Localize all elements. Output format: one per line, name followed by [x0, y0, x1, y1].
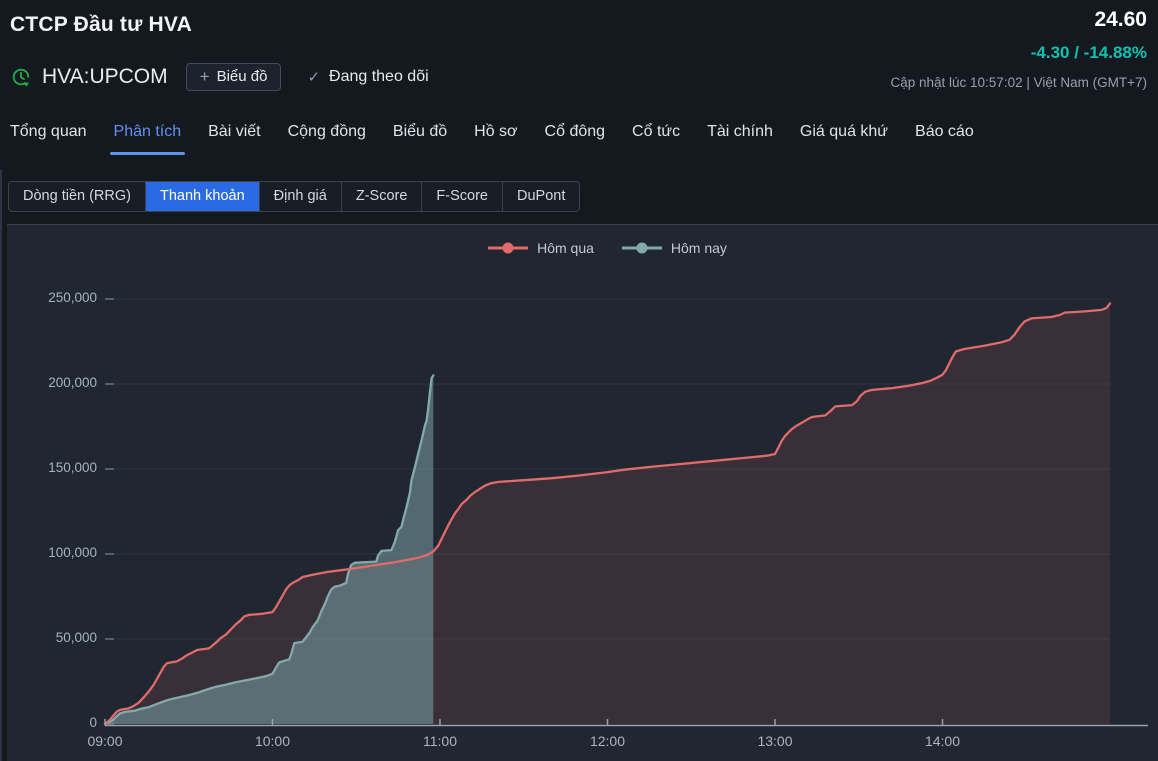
watching-toggle[interactable]: ✓ Đang theo dõi — [307, 68, 428, 86]
x-axis-label: 11:00 — [405, 733, 475, 749]
y-axis-label: 150,000 — [0, 460, 97, 475]
nav-item-bai-viet[interactable]: Bài viết — [208, 123, 260, 155]
price-change: -4.30 / -14.88% — [890, 43, 1147, 63]
nav-item-cong-dong[interactable]: Cộng đồng — [288, 123, 366, 155]
analysis-subtabs: Dòng tiền (RRG) Thanh khoản Định giá Z-S… — [8, 181, 580, 212]
legend-label: Hôm qua — [537, 240, 594, 256]
legend-item-hom-nay[interactable]: Hôm nay — [622, 240, 727, 256]
y-axis-label: 0 — [0, 715, 97, 730]
x-axis-label: 14:00 — [908, 733, 978, 749]
company-name: CTCP Đầu tư HVA — [10, 13, 192, 37]
main-nav: Tổng quan Phân tích Bài viết Cộng đồng B… — [10, 123, 974, 155]
nav-item-tong-quan[interactable]: Tổng quan — [10, 123, 87, 155]
plus-icon: + — [200, 68, 210, 85]
legend-marker-red — [488, 242, 528, 254]
price-block: 24.60 -4.30 / -14.88% Cập nhật lúc 10:57… — [890, 6, 1147, 90]
subtab-z-score[interactable]: Z-Score — [341, 182, 422, 211]
ticker-row: HVA:UPCOM + Biểu đồ ✓ Đang theo dõi — [10, 60, 429, 94]
chart-legend: Hôm qua Hôm nay — [105, 240, 1110, 256]
realtime-clock-icon — [10, 66, 32, 88]
nav-item-tai-chinh[interactable]: Tài chính — [707, 123, 773, 155]
subtab-dinh-gia[interactable]: Định giá — [259, 182, 341, 211]
subtab-thanh-khoan[interactable]: Thanh khoản — [145, 182, 259, 211]
subtab-f-score[interactable]: F-Score — [421, 182, 502, 211]
chart-button[interactable]: + Biểu đồ — [186, 63, 282, 91]
check-icon: ✓ — [307, 68, 320, 86]
watching-label: Đang theo dõi — [329, 68, 429, 86]
nav-item-phan-tich[interactable]: Phân tích — [114, 123, 182, 155]
subtab-dong-tien-rrg[interactable]: Dòng tiền (RRG) — [9, 182, 145, 211]
x-axis-label: 10:00 — [238, 733, 308, 749]
nav-item-bieu-do[interactable]: Biểu đồ — [393, 123, 447, 155]
nav-item-bao-cao[interactable]: Báo cáo — [915, 123, 974, 155]
legend-marker-teal — [622, 242, 662, 254]
subtab-dupont[interactable]: DuPont — [502, 182, 579, 211]
y-axis-label: 50,000 — [0, 630, 97, 645]
y-axis-label: 200,000 — [0, 375, 97, 390]
x-axis-label: 09:00 — [70, 733, 140, 749]
nav-item-ho-so[interactable]: Hồ sơ — [474, 123, 517, 155]
legend-label: Hôm nay — [671, 240, 727, 256]
update-time: Cập nhật lúc 10:57:02 | Việt Nam (GMT+7) — [890, 75, 1147, 90]
x-axis-label: 13:00 — [740, 733, 810, 749]
last-price: 24.60 — [890, 6, 1147, 34]
ticker-symbol: HVA:UPCOM — [42, 65, 168, 89]
y-axis-label: 250,000 — [0, 290, 97, 305]
x-axis-label: 12:00 — [573, 733, 643, 749]
chart-panel — [7, 224, 1158, 761]
nav-item-co-dong[interactable]: Cổ đông — [545, 123, 606, 155]
nav-item-co-tuc[interactable]: Cổ tức — [632, 123, 680, 155]
y-axis-label: 100,000 — [0, 545, 97, 560]
legend-item-hom-qua[interactable]: Hôm qua — [488, 240, 594, 256]
chart-button-label: Biểu đồ — [217, 68, 268, 85]
nav-item-gia-qua-khu[interactable]: Giá quá khứ — [800, 123, 888, 155]
